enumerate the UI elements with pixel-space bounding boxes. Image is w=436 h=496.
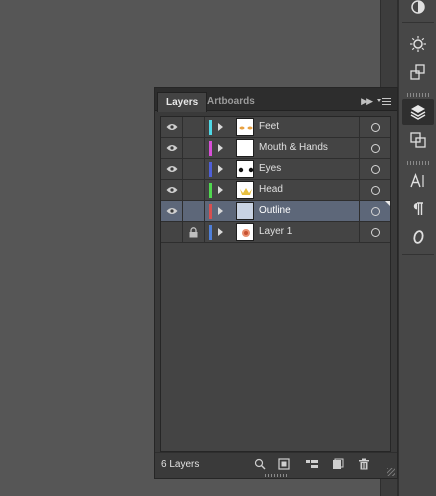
eye-icon bbox=[166, 124, 177, 130]
layer-color-swatch bbox=[209, 204, 212, 219]
artboard-icon[interactable] bbox=[402, 127, 434, 153]
lock-toggle[interactable] bbox=[183, 138, 205, 158]
layer-color-swatch bbox=[209, 162, 212, 177]
expand-triangle-icon[interactable] bbox=[218, 207, 223, 215]
layer-count: 6 Layers bbox=[161, 459, 200, 470]
selected-art-indicator bbox=[385, 201, 390, 206]
resize-grip[interactable] bbox=[387, 468, 395, 476]
lock-toggle[interactable] bbox=[183, 201, 205, 221]
expand-triangle-icon[interactable] bbox=[218, 123, 223, 131]
layer-thumbnail bbox=[236, 181, 254, 199]
layers-list: Feet Mouth & Hands Eyes Head Outline Lay… bbox=[160, 116, 391, 452]
layer-color-swatch bbox=[209, 225, 212, 240]
target-cell[interactable] bbox=[359, 159, 390, 179]
eye-icon bbox=[166, 166, 177, 172]
target-cell[interactable] bbox=[359, 138, 390, 158]
layer-row[interactable]: Mouth & Hands bbox=[161, 138, 390, 159]
layer-name[interactable]: Head bbox=[259, 180, 283, 200]
eye-icon bbox=[166, 187, 177, 193]
target-circle-icon bbox=[370, 143, 380, 153]
layer-name[interactable]: Layer 1 bbox=[259, 222, 292, 242]
expand-triangle-icon[interactable] bbox=[218, 228, 223, 236]
eye-icon bbox=[166, 145, 177, 151]
trash-icon[interactable] bbox=[357, 457, 371, 471]
layer-name[interactable]: Mouth & Hands bbox=[259, 138, 328, 158]
symbols-icon[interactable] bbox=[402, 31, 434, 57]
layer-row[interactable]: Eyes bbox=[161, 159, 390, 180]
appearance-icon[interactable] bbox=[402, 0, 434, 20]
create-sublayer-icon[interactable] bbox=[305, 457, 319, 471]
layer-row[interactable]: Outline bbox=[161, 201, 390, 222]
lock-toggle[interactable] bbox=[183, 222, 205, 242]
layer-color-swatch bbox=[209, 183, 212, 198]
paragraph-icon[interactable] bbox=[402, 196, 434, 222]
layers-panel: Layers Artboards ▶▶ Feet Mouth & Hands E… bbox=[154, 87, 398, 479]
layer-thumbnail bbox=[236, 202, 254, 220]
dock-grip[interactable] bbox=[407, 93, 429, 97]
make-clipping-mask-icon[interactable] bbox=[277, 457, 291, 471]
layer-row[interactable]: Feet bbox=[161, 117, 390, 138]
dock-divider bbox=[402, 254, 434, 255]
layer-name[interactable]: Eyes bbox=[259, 159, 281, 179]
lock-toggle[interactable] bbox=[183, 117, 205, 137]
visibility-toggle[interactable] bbox=[161, 222, 183, 242]
layers-icon[interactable] bbox=[402, 99, 434, 125]
visibility-toggle[interactable] bbox=[161, 201, 183, 221]
dock-divider bbox=[402, 22, 434, 23]
visibility-toggle[interactable] bbox=[161, 180, 183, 200]
character-icon[interactable] bbox=[402, 168, 434, 194]
panel-menu-icon[interactable] bbox=[377, 97, 391, 107]
layer-row[interactable]: Head bbox=[161, 180, 390, 201]
right-dock bbox=[398, 0, 436, 496]
layer-thumbnail bbox=[236, 118, 254, 136]
target-cell[interactable] bbox=[359, 180, 390, 200]
target-circle-icon bbox=[370, 185, 380, 195]
eye-icon bbox=[166, 208, 177, 214]
lock-toggle[interactable] bbox=[183, 159, 205, 179]
lock-toggle[interactable] bbox=[183, 180, 205, 200]
visibility-toggle[interactable] bbox=[161, 159, 183, 179]
tab-artboards[interactable]: Artboards bbox=[199, 92, 263, 111]
opentype-icon[interactable] bbox=[402, 224, 434, 250]
layer-name[interactable]: Feet bbox=[259, 117, 279, 137]
dock-grip[interactable] bbox=[407, 161, 429, 165]
collapse-panel-icon[interactable]: ▶▶ bbox=[361, 92, 373, 111]
panel-tabbar: Layers Artboards ▶▶ bbox=[155, 92, 397, 112]
expand-triangle-icon[interactable] bbox=[218, 165, 223, 173]
visibility-toggle[interactable] bbox=[161, 138, 183, 158]
layer-thumbnail bbox=[236, 160, 254, 178]
create-layer-icon[interactable] bbox=[331, 457, 345, 471]
expand-triangle-icon[interactable] bbox=[218, 186, 223, 194]
transform-icon[interactable] bbox=[402, 59, 434, 85]
target-cell[interactable] bbox=[359, 117, 390, 137]
layer-color-swatch bbox=[209, 120, 212, 135]
expand-triangle-icon[interactable] bbox=[218, 144, 223, 152]
visibility-toggle[interactable] bbox=[161, 117, 183, 137]
panel-footer: 6 Layers bbox=[155, 452, 397, 474]
layer-thumbnail bbox=[236, 139, 254, 157]
lock-icon bbox=[189, 226, 198, 237]
target-circle-icon bbox=[370, 206, 380, 216]
target-circle-icon bbox=[370, 227, 380, 237]
locate-object-icon[interactable] bbox=[253, 457, 267, 471]
panel-bottom-grip[interactable] bbox=[265, 474, 287, 477]
layer-thumbnail bbox=[236, 223, 254, 241]
target-circle-icon bbox=[370, 164, 380, 174]
layer-name[interactable]: Outline bbox=[259, 201, 291, 221]
layer-row[interactable]: Layer 1 bbox=[161, 222, 390, 243]
layer-color-swatch bbox=[209, 141, 212, 156]
target-cell[interactable] bbox=[359, 222, 390, 242]
target-circle-icon bbox=[370, 122, 380, 132]
